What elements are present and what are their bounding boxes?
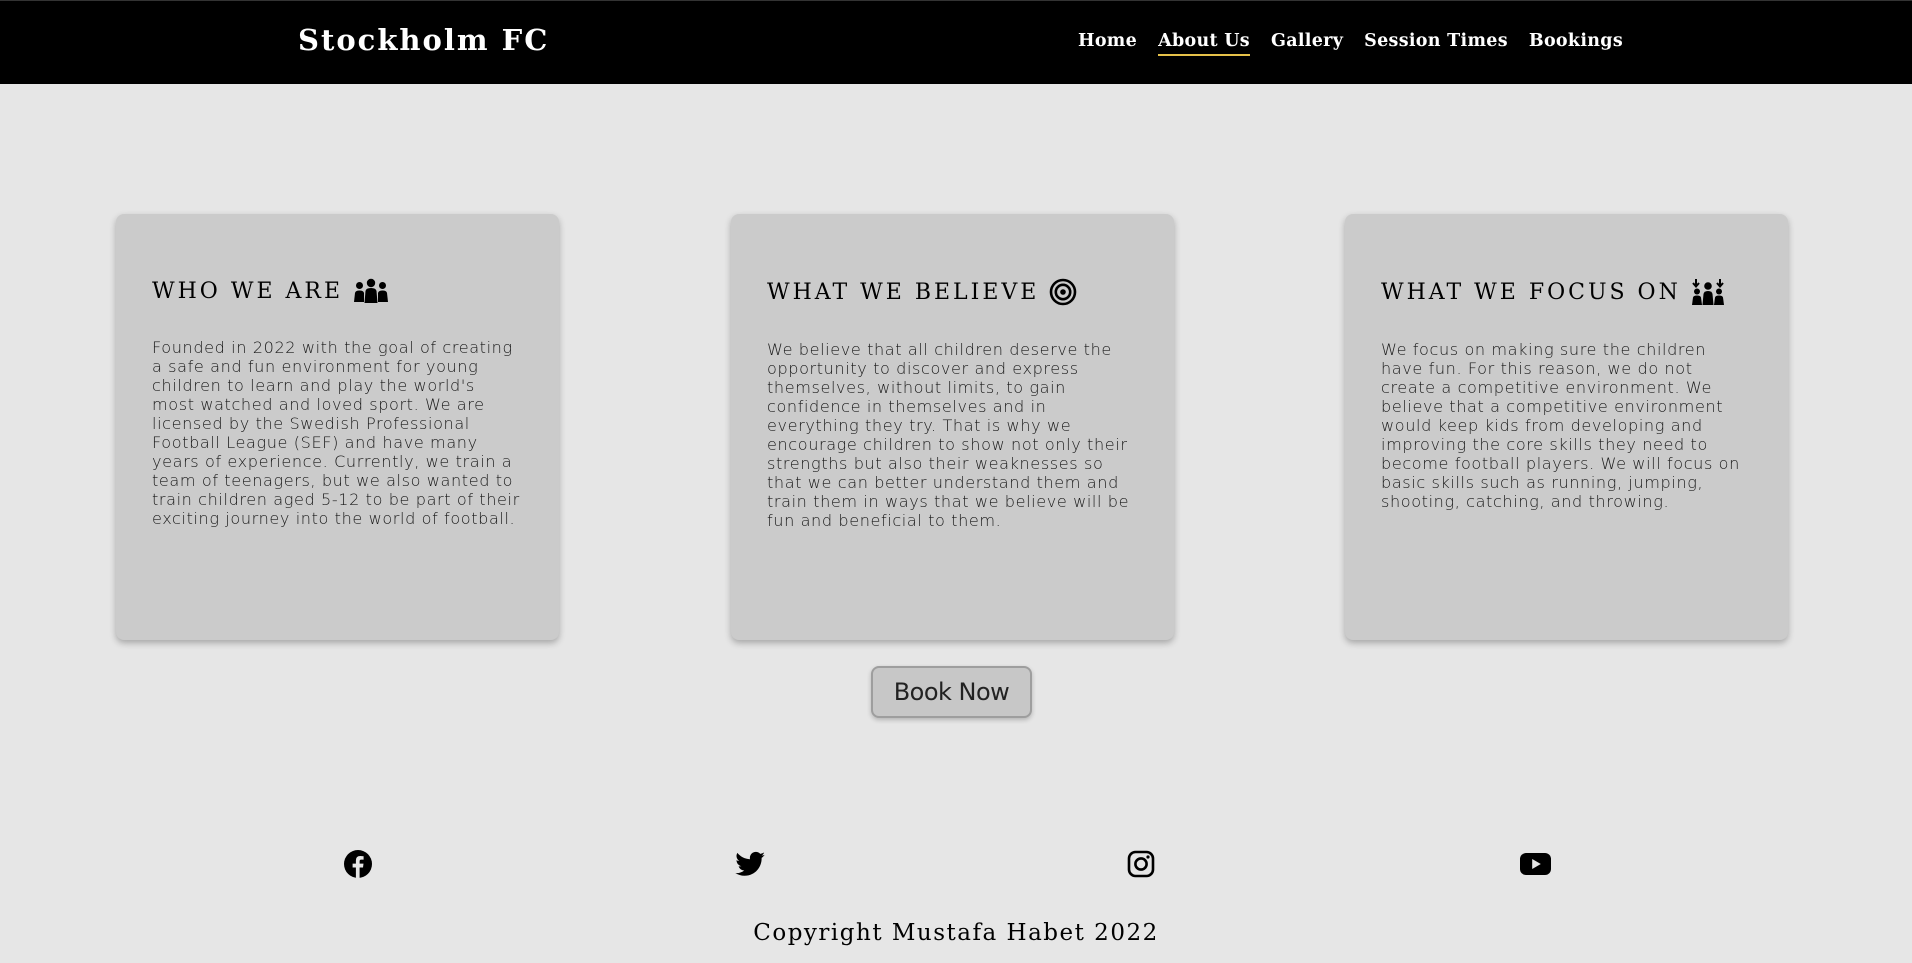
nav-link-gallery[interactable]: Gallery <box>1271 31 1343 56</box>
card-what-we-believe: WHAT WE BELIEVE We believe that all chil… <box>731 214 1174 640</box>
card-who-we-are: WHO WE ARE Founded in 2022 with the goal… <box>116 214 559 640</box>
nav-link-home[interactable]: Home <box>1078 31 1137 56</box>
card-text: We believe that all children deserve the… <box>767 340 1130 530</box>
card-title: WHO WE ARE <box>152 278 344 304</box>
card-heading: WHO WE ARE <box>152 278 523 304</box>
card-title: WHAT WE FOCUS ON <box>1381 279 1681 305</box>
nav-link-session-times[interactable]: Session Times <box>1364 31 1508 56</box>
card-heading: WHAT WE FOCUS ON <box>1381 278 1752 306</box>
instagram-icon[interactable] <box>1126 849 1156 879</box>
nav-link-bookings[interactable]: Bookings <box>1529 31 1623 56</box>
people-group-icon <box>354 278 389 303</box>
twitter-icon[interactable] <box>735 849 765 879</box>
card-text: Founded in 2022 with the goal of creatin… <box>152 338 520 528</box>
site-header: Stockholm FC Home About Us Gallery Sessi… <box>0 0 1912 84</box>
main-nav: Home About Us Gallery Session Times Book… <box>1078 31 1644 56</box>
card-title: WHAT WE BELIEVE <box>767 279 1040 305</box>
people-arrows-down-icon <box>1691 279 1724 305</box>
youtube-icon[interactable] <box>1519 849 1551 879</box>
card-heading: WHAT WE BELIEVE <box>767 278 1138 306</box>
site-brand[interactable]: Stockholm FC <box>298 23 549 57</box>
nav-link-about-us[interactable]: About Us <box>1158 31 1250 56</box>
copyright-text: Copyright Mustafa Habet 2022 <box>753 920 1159 946</box>
card-text: We focus on making sure the children hav… <box>1381 340 1740 511</box>
bullseye-icon <box>1050 278 1077 306</box>
book-now-button[interactable]: Book Now <box>871 666 1032 718</box>
card-what-we-focus-on: WHAT WE FOCUS ON We focus on making sure… <box>1345 214 1788 640</box>
facebook-icon[interactable] <box>343 849 373 879</box>
